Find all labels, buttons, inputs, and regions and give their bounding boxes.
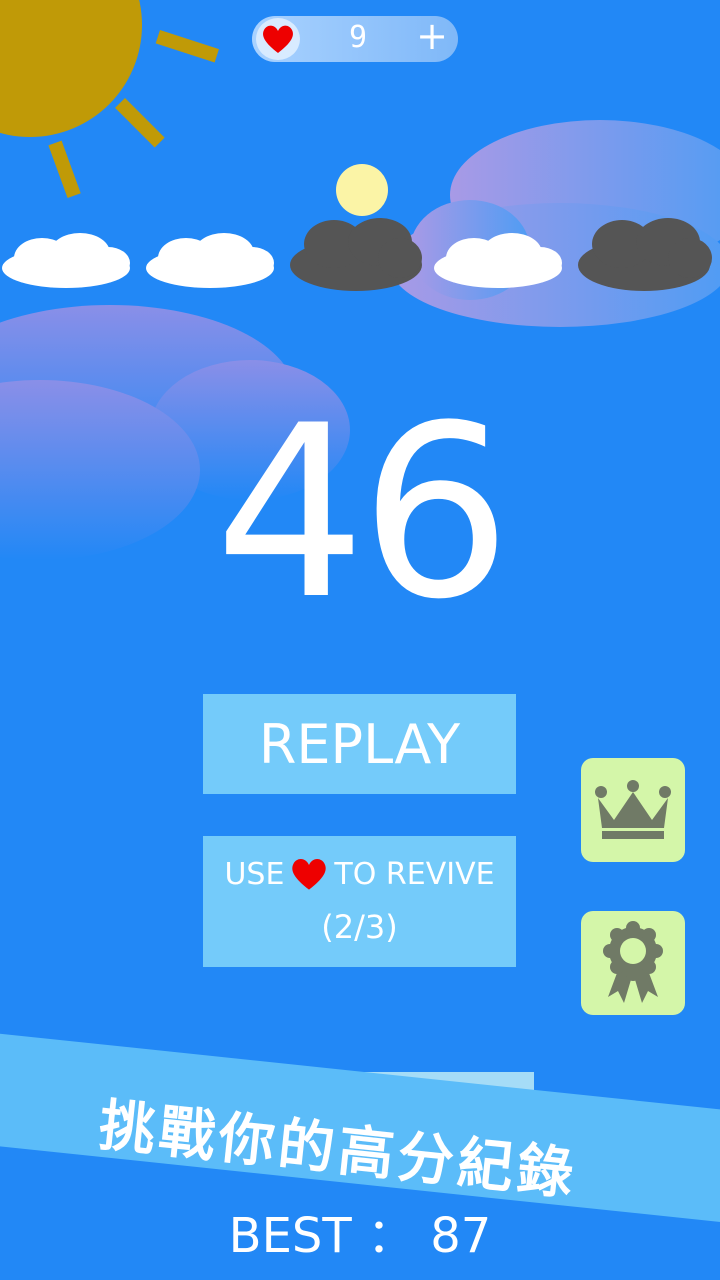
- best-value: 87: [430, 1208, 492, 1264]
- revive-suffix: TO REVIVE: [334, 856, 495, 892]
- replay-button[interactable]: REPLAY: [203, 694, 516, 794]
- heart-icon: [292, 859, 327, 890]
- add-lives-button[interactable]: +: [412, 14, 452, 58]
- revive-button[interactable]: USE TO REVIVE (2/3): [203, 836, 516, 967]
- replay-label: REPLAY: [258, 712, 461, 776]
- cloud-white-1: [2, 233, 130, 288]
- sun-icon: [0, 0, 219, 199]
- revive-text-line: USE TO REVIVE: [224, 849, 494, 900]
- lives-count: 9: [348, 20, 368, 55]
- cloud-dark-1: [290, 218, 422, 291]
- revive-prefix: USE: [224, 856, 285, 892]
- small-sun-icon: [336, 164, 388, 216]
- lives-heart-container: [256, 18, 300, 60]
- heart-icon: [263, 25, 293, 53]
- best-score: BEST ： 87: [0, 1196, 720, 1266]
- crown-icon: [595, 780, 671, 839]
- current-score: 46: [214, 375, 512, 652]
- leaderboard-button[interactable]: [581, 758, 685, 862]
- achievements-button[interactable]: [581, 911, 685, 1015]
- cloud-white-2: [146, 233, 274, 288]
- award-ribbon-icon: [603, 921, 663, 1003]
- best-separator: ：: [366, 1208, 415, 1264]
- revive-count: (2/3): [321, 907, 398, 946]
- best-label: BEST: [228, 1208, 352, 1264]
